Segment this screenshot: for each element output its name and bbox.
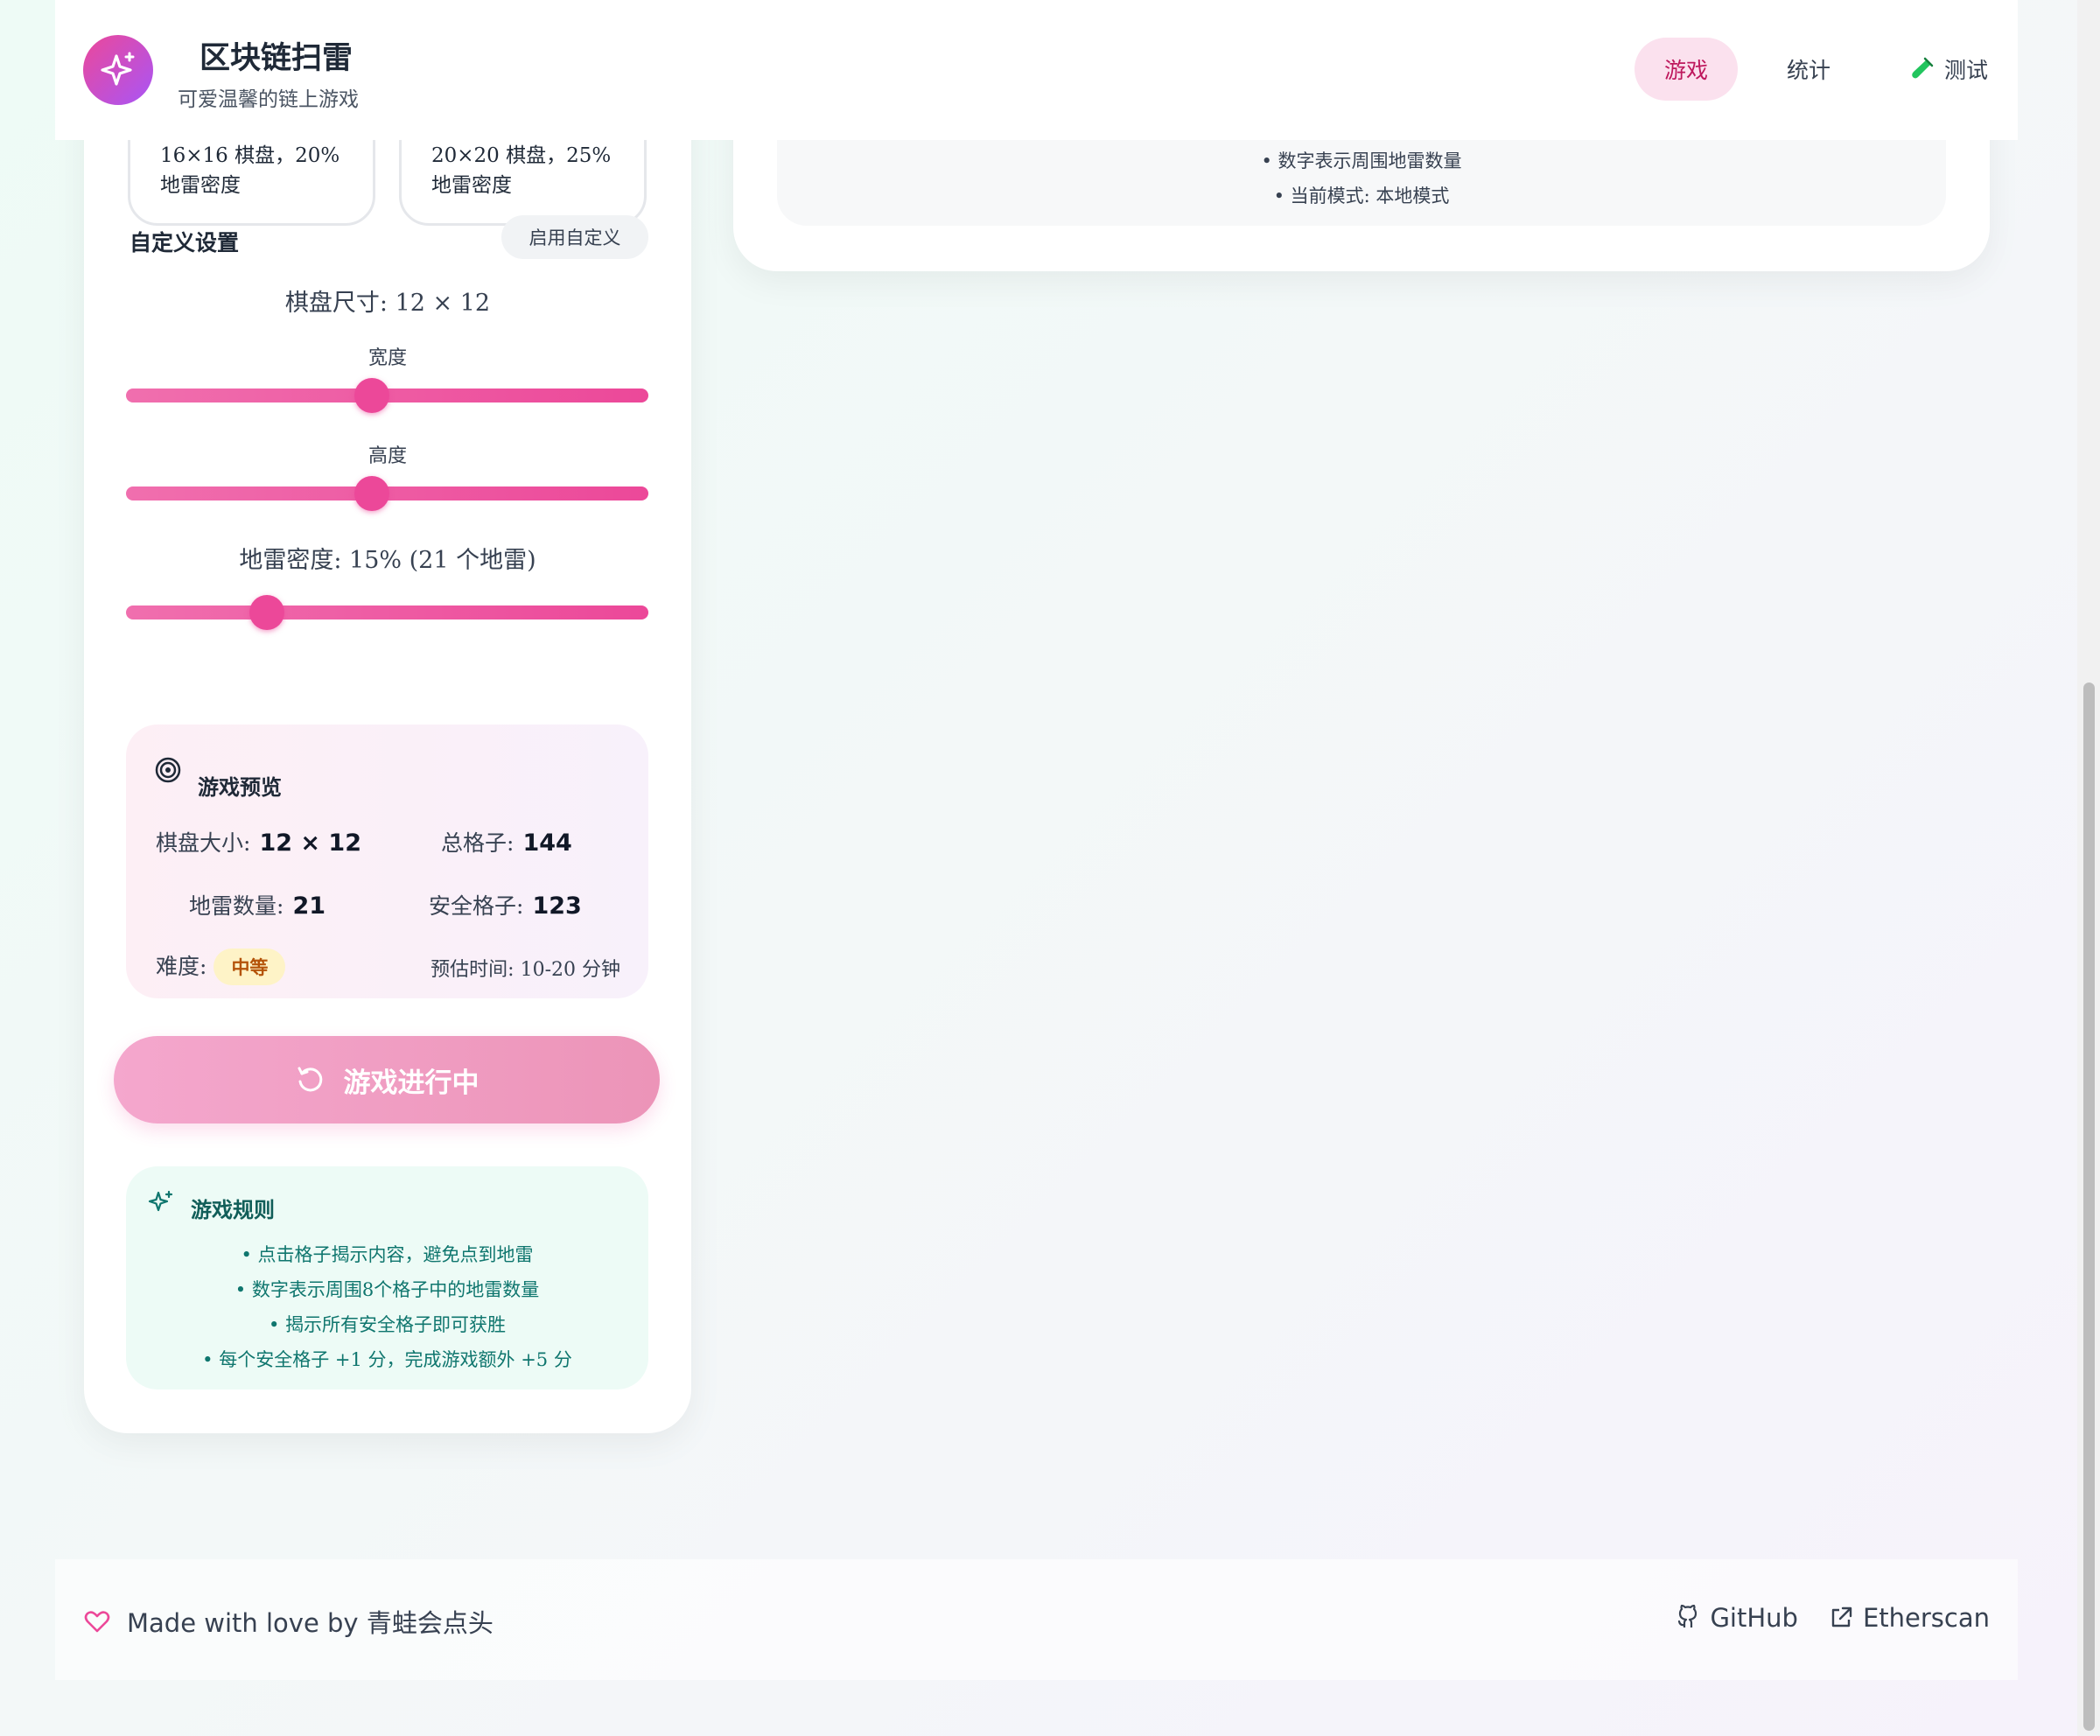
mine-density-label: 地雷密度: 15% (21 个地雷): [239, 547, 536, 574]
github-icon: [1675, 1604, 1701, 1631]
mine-density-slider-thumb[interactable]: [249, 595, 285, 630]
mine-density-slider[interactable]: [126, 595, 648, 630]
game-rules-card: 游戏规则 • 点击格子揭示内容，避免点到地雷 • 数字表示周围8个格子中的地雷数…: [126, 1166, 648, 1390]
footer-links: GitHub Etherscan: [1675, 1603, 1990, 1633]
footer-credit: Made with love by 青蛙会点头: [83, 1603, 494, 1640]
app-footer: Made with love by 青蛙会点头 GitHub Etherscan: [55, 1559, 2018, 1680]
etherscan-link[interactable]: Etherscan: [1828, 1603, 1990, 1633]
app-header: 区块链扫雷 可爱温馨的链上游戏 游戏 统计 测试: [55, 0, 2018, 140]
board-size-label: 棋盘尺寸: 12 × 12: [284, 290, 491, 317]
enable-custom-button[interactable]: 启用自定义: [501, 215, 648, 259]
made-with-love-text: Made with love by 青蛙会点头: [127, 1608, 494, 1638]
github-link[interactable]: GitHub: [1675, 1603, 1798, 1633]
heart-icon: [83, 1607, 111, 1635]
target-icon: [154, 756, 182, 784]
sparkles-icon: [147, 1189, 175, 1217]
width-label: 宽度: [368, 347, 407, 369]
game-preview-card: 游戏预览 棋盘大小: 12 × 12 总格子: 144 地雷数量: 21 安全格子: 1…: [126, 724, 648, 998]
app-logo[interactable]: [83, 35, 153, 105]
rule-item: • 点击格子揭示内容，避免点到地雷: [241, 1244, 534, 1265]
app-subtitle: 可爱温馨的链上游戏: [178, 88, 359, 111]
nav-game[interactable]: 游戏: [1634, 38, 1738, 101]
external-link-icon: [1828, 1605, 1854, 1631]
preview-safe-cells: 安全格子: 123: [429, 892, 582, 920]
nav-test[interactable]: 测试: [1880, 38, 2018, 101]
preview-total-cells: 总格子: 144: [441, 830, 572, 857]
preset-description: 16×16 棋盘，20% 地雷密度: [160, 144, 340, 197]
scrollbar-thumb[interactable]: [2083, 682, 2095, 1731]
info-line-numbers: • 数字表示周围地雷数量: [1261, 150, 1462, 172]
width-slider[interactable]: [126, 378, 648, 413]
preview-difficulty: 难度: 中等: [156, 948, 286, 985]
rule-item: • 数字表示周围8个格子中的地雷数量: [234, 1279, 540, 1300]
rule-item: • 每个安全格子 +1 分，完成游戏额外 +5 分: [202, 1349, 572, 1370]
estimated-time: 预估时间: 10-20 分钟: [430, 959, 620, 981]
preset-description: 20×20 棋盘，25% 地雷密度: [431, 144, 612, 197]
info-line-mode: • 当前模式: 本地模式: [1273, 186, 1450, 206]
main-nav: 游戏 统计 测试: [1634, 38, 2018, 101]
height-label: 高度: [368, 445, 407, 467]
custom-settings-title: 自定义设置: [130, 230, 240, 256]
page-scrollbar[interactable]: [2077, 0, 2100, 1736]
test-tube-icon: [1909, 57, 1934, 81]
rules-title: 游戏规则: [191, 1197, 275, 1222]
difficulty-badge: 中等: [214, 948, 286, 985]
height-slider[interactable]: [126, 476, 648, 511]
preview-board-size: 棋盘大小: 12 × 12: [156, 830, 362, 857]
nav-stats[interactable]: 统计: [1757, 38, 1860, 101]
game-in-progress-button[interactable]: 游戏进行中: [114, 1036, 660, 1124]
sparkle-logo-icon: [97, 49, 139, 91]
refresh-icon: [295, 1065, 325, 1095]
app-title: 区块链扫雷: [200, 40, 354, 76]
width-slider-thumb[interactable]: [354, 378, 389, 413]
game-settings-panel: 16×16 棋盘，20% 地雷密度 20×20 棋盘，25% 地雷密度 自定义设…: [84, 0, 691, 1433]
rule-item: • 揭示所有安全格子即可获胜: [268, 1314, 507, 1335]
preview-title: 游戏预览: [198, 774, 282, 800]
height-slider-thumb[interactable]: [354, 476, 389, 511]
preview-mine-count: 地雷数量: 21: [189, 892, 326, 920]
